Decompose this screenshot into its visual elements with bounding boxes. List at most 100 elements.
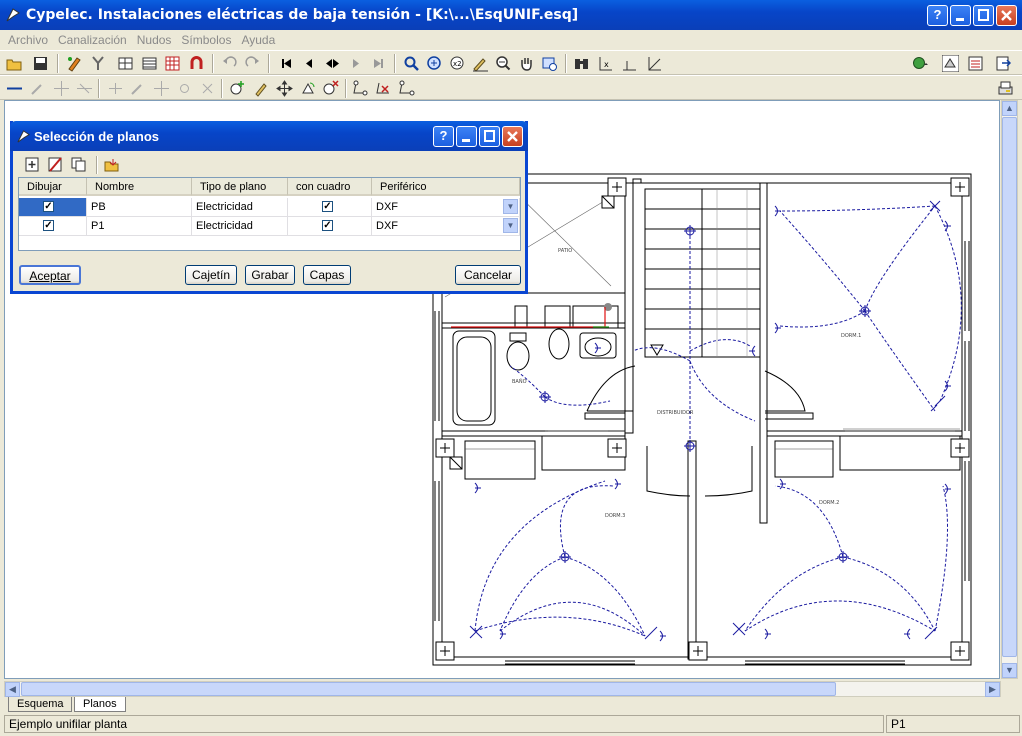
edit-symbol-icon[interactable] [253, 80, 270, 97]
add-plan-icon[interactable] [25, 157, 40, 172]
col-tipo[interactable]: Tipo de plano [192, 178, 288, 196]
horizontal-scrollbar[interactable]: ◀ ▶ [4, 681, 1001, 697]
col-periferico[interactable]: Periférico [372, 178, 520, 196]
axis-angle-icon[interactable] [646, 55, 663, 72]
cut-line-icon[interactable] [76, 80, 93, 97]
vertical-scrollbar[interactable]: ▲ ▼ [1001, 100, 1018, 679]
minimize-button[interactable] [950, 5, 971, 26]
tab-planos[interactable]: Planos [74, 697, 126, 712]
rotate-symbol-icon[interactable] [299, 80, 316, 97]
con-cuadro-checkbox[interactable]: ✓ [322, 220, 333, 231]
scroll-down-button[interactable]: ▼ [1002, 663, 1017, 678]
line-icon[interactable] [6, 80, 23, 97]
disconnect-icon[interactable] [375, 80, 392, 97]
delete-plan-icon[interactable] [48, 157, 63, 172]
table-row-nombre[interactable]: PB [87, 198, 192, 217]
binoculars-icon[interactable] [573, 55, 590, 72]
move-node-icon[interactable] [53, 80, 70, 97]
first-icon[interactable] [278, 55, 295, 72]
menu-simbolos[interactable]: Símbolos [181, 30, 231, 50]
last-icon[interactable] [370, 55, 387, 72]
menu-ayuda[interactable]: Ayuda [241, 30, 275, 50]
undo-icon[interactable] [221, 55, 238, 72]
prev-icon[interactable] [301, 55, 318, 72]
cancel-button[interactable]: Cancelar [455, 265, 521, 285]
table-row-dibujar[interactable]: ✓ [19, 217, 87, 236]
dialog-maximize-button[interactable] [479, 126, 500, 147]
zoom-x2-icon[interactable]: x2 [449, 55, 466, 72]
help-button[interactable]: ? [927, 5, 948, 26]
edit-node-icon[interactable] [130, 80, 147, 97]
table-row-con-cuadro[interactable]: ✓ [288, 198, 372, 217]
magnet-icon[interactable] [188, 55, 205, 72]
scroll-right-button[interactable]: ▶ [985, 682, 1000, 697]
redraw-icon[interactable] [541, 55, 558, 72]
layers-icon[interactable] [967, 55, 984, 72]
add-symbol-icon[interactable] [229, 80, 246, 97]
pen-icon[interactable] [472, 55, 489, 72]
con-cuadro-checkbox[interactable]: ✓ [322, 201, 333, 212]
edit-tool-icon[interactable] [66, 55, 83, 72]
copy-node-icon[interactable] [153, 80, 170, 97]
periferico-dropdown-button[interactable]: ▼ [503, 199, 518, 214]
table-row-con-cuadro[interactable]: ✓ [288, 217, 372, 236]
scroll-left-button[interactable]: ◀ [5, 682, 20, 697]
save-icon[interactable] [32, 55, 49, 72]
table-row-periferico[interactable]: DXF ▼ [372, 198, 520, 217]
zoom-realtime-icon[interactable] [403, 55, 420, 72]
axis-x-icon[interactable]: x [597, 55, 614, 72]
vertical-scroll-thumb[interactable] [1002, 117, 1017, 657]
table-row-tipo[interactable]: Electricidad [192, 217, 288, 236]
globe-icon[interactable] [912, 55, 929, 72]
scroll-up-button[interactable]: ▲ [1002, 101, 1017, 116]
delete-symbol-icon[interactable] [322, 80, 339, 97]
next-icon[interactable] [347, 55, 364, 72]
grabar-button[interactable]: Grabar [245, 265, 295, 285]
delete-node-icon[interactable] [199, 80, 216, 97]
zoom-out-icon[interactable] [495, 55, 512, 72]
print-icon[interactable] [997, 80, 1014, 97]
edit-line-icon[interactable] [30, 80, 47, 97]
close-button[interactable] [996, 5, 1017, 26]
table-row-nombre[interactable]: P1 [87, 217, 192, 236]
redo-icon[interactable] [244, 55, 261, 72]
fork-tool-icon[interactable] [90, 55, 107, 72]
cajetin-button[interactable]: Cajetín [185, 265, 237, 285]
grid-tool-icon[interactable] [117, 55, 134, 72]
dxf-icon[interactable] [942, 55, 959, 72]
link-icon[interactable] [398, 80, 415, 97]
dibujar-checkbox[interactable]: ✓ [43, 220, 54, 231]
table-row-tipo[interactable]: Electricidad [192, 198, 288, 217]
menu-canalizacion[interactable]: Canalización [58, 30, 127, 50]
node-icon[interactable] [107, 80, 124, 97]
dialog-minimize-button[interactable] [456, 126, 477, 147]
col-dibujar[interactable]: Dibujar [19, 178, 87, 196]
copy-plan-icon[interactable] [71, 157, 86, 172]
pan-hand-icon[interactable] [518, 55, 535, 72]
open-folder-icon[interactable] [6, 55, 23, 72]
axis-l-icon[interactable] [621, 55, 638, 72]
exit-icon[interactable] [994, 55, 1011, 72]
maximize-button[interactable] [973, 5, 994, 26]
dialog-close-button[interactable] [502, 126, 523, 147]
periferico-dropdown-button[interactable]: ▼ [503, 218, 518, 233]
capas-button[interactable]: Capas [303, 265, 351, 285]
table-row-dibujar[interactable]: ✓ [19, 198, 87, 217]
table-tool-icon[interactable] [141, 55, 158, 72]
horizontal-scroll-thumb[interactable] [21, 682, 836, 696]
move-symbol-icon[interactable] [276, 80, 293, 97]
accept-button[interactable]: Aceptar [19, 265, 81, 285]
calc-table-icon[interactable] [164, 55, 181, 72]
table-row-periferico[interactable]: DXF ▼ [372, 217, 520, 236]
tab-esquema[interactable]: Esquema [8, 697, 73, 712]
import-plan-icon[interactable] [104, 157, 119, 172]
menu-nudos[interactable]: Nudos [137, 30, 172, 50]
col-con-cuadro[interactable]: con cuadro [288, 178, 372, 196]
col-nombre[interactable]: Nombre [87, 178, 192, 196]
menu-archivo[interactable]: Archivo [8, 30, 48, 50]
move-node2-icon[interactable] [176, 80, 193, 97]
dibujar-checkbox[interactable]: ✓ [43, 201, 54, 212]
zoom-window-icon[interactable] [426, 55, 443, 72]
all-icon[interactable] [324, 55, 341, 72]
dialog-help-button[interactable]: ? [433, 126, 454, 147]
